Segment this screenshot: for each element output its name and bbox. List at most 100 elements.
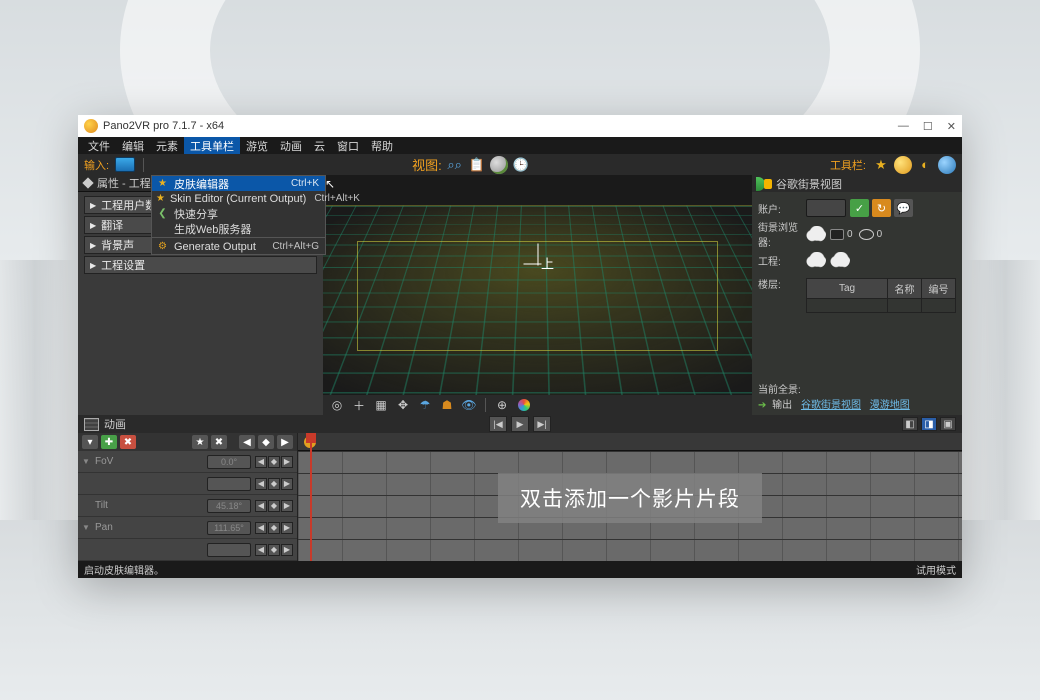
track-row[interactable]: ▼ FoV 0.0° ◀◆▶ [78,451,297,473]
menu-file[interactable]: 文件 [82,137,116,155]
panel-footer: 当前全景: ➔ 输出 谷歌街景视图 漫游地图 [752,377,962,415]
menu-item-generate-output[interactable]: ⚙ Generate Output Ctrl+Alt+G [152,239,325,254]
track-row[interactable]: Tilt 45.18° ◀◆▶ [78,495,297,517]
app-logo-icon [84,119,98,133]
helmet-icon[interactable]: ◐ [916,156,934,174]
color-wheel-icon[interactable] [516,397,532,413]
statusbar: 启动皮肤编辑器。 试用模式 [78,561,962,578]
viewport-center-label: 上 [531,254,544,273]
animation-header: 动画 |◀ ▶ ▶| ◧ ◨ ▣ [78,415,962,433]
cloud-down-icon[interactable] [830,252,850,268]
globe-nav-icon[interactable] [490,156,508,174]
track-value[interactable]: 0.0° [207,455,251,469]
menu-item-skin-editor-current[interactable]: ★ Skin Editor (Current Output) Ctrl+Alt+… [152,191,325,206]
binoculars-icon[interactable]: ⌕⌕ [446,156,464,174]
timeline-grid[interactable]: 双击添加一个影片片段 [298,433,962,561]
anim-title: 动画 [104,416,126,432]
track-row[interactable]: ◀◆▶ [78,473,297,495]
maximize-button[interactable]: ☐ [923,120,933,133]
link-streetview[interactable]: 谷歌街景视图 [801,400,861,411]
timeline-ruler[interactable] [298,433,962,451]
grid-icon[interactable]: ▦ [373,397,389,413]
monitor-icon[interactable] [115,157,135,172]
menu-tour[interactable]: 游览 [240,137,274,155]
dock-2-button[interactable]: ◨ [921,417,937,431]
menu-cloud[interactable]: 云 [308,137,331,155]
menu-item-skin-editor[interactable]: ★ 皮肤编辑器 Ctrl+K [152,176,325,191]
target-icon[interactable]: ◎ [329,397,345,413]
track-row[interactable]: ▼ Pan 111.65° ◀◆▶ [78,517,297,539]
menu-item-web-server[interactable]: 生成Web服务器 [152,221,325,236]
favorites-icon[interactable]: ★ [872,156,890,174]
menu-anim[interactable]: 动画 [274,137,308,155]
menu-tools[interactable]: 工具单栏 [184,137,240,155]
tools-dropdown: ★ 皮肤编辑器 Ctrl+K ★ Skin Editor (Current Ou… [151,175,326,255]
status-mode: 试用模式 [916,562,956,577]
kf-key[interactable]: ◆ [258,435,274,449]
timeline: ▾ ✚ ✖ ★ ✖ ◀ ◆ ▶ ▼ FoV 0.0° ◀◆▶ ◀◆▶ Tilt … [78,433,962,561]
flag-icon[interactable]: ☗ [439,397,455,413]
kf-prev[interactable]: ◀ [239,435,255,449]
pick-icon[interactable]: ☂ [417,397,433,413]
menu-elements[interactable]: 元素 [150,137,184,155]
dock-1-button[interactable]: ◧ [902,417,918,431]
clock-icon[interactable]: 🕒 [512,156,530,174]
track-value[interactable] [207,543,251,557]
kf-next[interactable]: ▶ [277,435,293,449]
chat-button[interactable]: 💬 [894,199,913,217]
viewport-toolbar: ◎ ＋ ▦ ✥ ☂ ☗ 👁 ⊕ [323,395,752,415]
acc-settings[interactable]: ▶工程设置 [84,256,317,274]
menu-edit[interactable]: 编辑 [116,137,150,155]
close-button[interactable]: ✕ [947,120,956,133]
menu-help[interactable]: 帮助 [365,137,399,155]
expand-icon[interactable]: ▼ [82,523,92,532]
reticle-icon[interactable]: ⊕ [494,397,510,413]
track-value[interactable]: 111.65° [207,521,251,535]
timeline-hint: 双击添加一个影片片段 [498,473,762,523]
account-dropdown[interactable] [806,199,846,217]
cursor-icon: ↖ [325,177,335,191]
window-title: Pano2VR pro 7.1.7 - x64 [103,120,224,132]
tools-label: 工具栏: [830,157,866,173]
track-value[interactable]: 45.18° [207,499,251,513]
table-row[interactable] [807,299,956,313]
clipboard-icon[interactable]: 📋 [468,156,486,174]
track-value[interactable] [207,477,251,491]
kf-key-icon[interactable]: ◆ [268,456,280,468]
tl-dropdown[interactable]: ▾ [82,435,98,449]
cloud-up-icon[interactable] [806,252,826,268]
menu-window[interactable]: 窗口 [331,137,365,155]
center-column: ↖ 上 ◎ ＋ ▦ ✥ ☂ ☗ 👁 ⊕ [323,175,752,415]
menu-item-quick-share[interactable]: ❮ 快速分享 [152,206,325,221]
next-button[interactable]: ▶| [533,416,551,432]
expand-icon[interactable]: ▼ [82,457,92,466]
play-button[interactable]: ▶ [511,416,529,432]
tl-wrench-button[interactable]: ✖ [211,435,227,449]
input-label: 输入: [84,157,109,173]
pan-icon[interactable]: ✥ [395,397,411,413]
prev-button[interactable]: |◀ [489,416,507,432]
dock-3-button[interactable]: ▣ [940,417,956,431]
main-toolbar: 输入: 视图: ⌕⌕ 📋 🕒 工具栏: ★ ◐ [78,154,962,175]
track-row[interactable]: ◀◆▶ [78,539,297,561]
globe-icon[interactable] [938,156,956,174]
add-track-button[interactable]: ✚ [101,435,117,449]
timeline-toolbar: ▾ ✚ ✖ ★ ✖ ◀ ◆ ▶ [78,433,297,451]
kf-prev-icon[interactable]: ◀ [255,456,267,468]
refresh-button[interactable]: ↻ [872,199,891,217]
viewport-3d[interactable]: ↖ 上 [323,175,752,395]
confirm-button[interactable]: ✓ [850,199,869,217]
tl-star-button[interactable]: ★ [192,435,208,449]
plus-icon[interactable]: ＋ [351,397,367,413]
link-roammap[interactable]: 漫游地图 [870,400,910,411]
eye-icon[interactable]: 👁 [461,397,477,413]
kf-next-icon[interactable]: ▶ [281,456,293,468]
sun-icon[interactable] [894,156,912,174]
floor-table: Tag 名称 编号 [806,278,956,313]
playhead[interactable] [310,433,312,561]
app-window: Pano2VR pro 7.1.7 - x64 — ☐ ✕ 文件 编辑 元素 工… [78,115,962,578]
streetview-header: 谷歌街景视图 [752,175,962,192]
delete-track-button[interactable]: ✖ [120,435,136,449]
cloud-download-icon[interactable] [806,226,826,242]
minimize-button[interactable]: — [898,120,909,133]
